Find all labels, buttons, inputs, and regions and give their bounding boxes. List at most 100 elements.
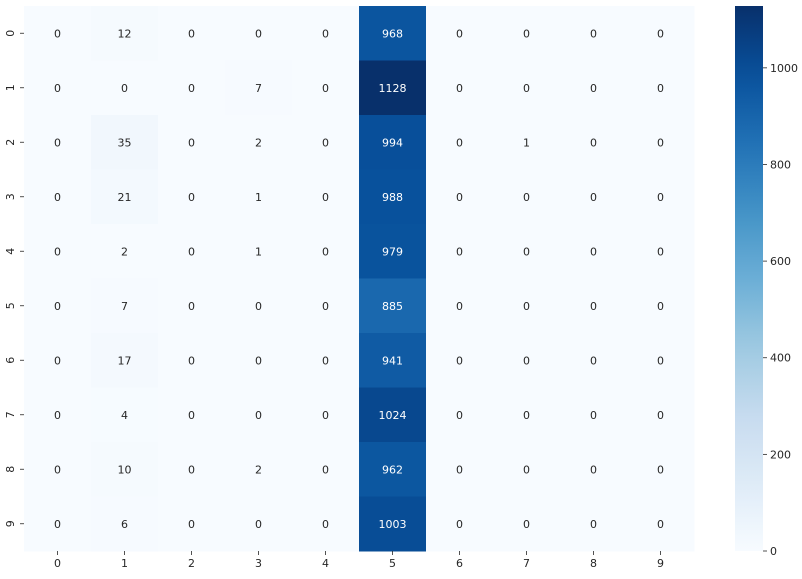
cell-label-r7-c4: 0 xyxy=(322,409,329,422)
colorbar-tick-label-200: 200 xyxy=(770,448,791,461)
cell-label-r6-c1: 17 xyxy=(118,354,132,367)
x-tick-label-2: 2 xyxy=(188,557,195,570)
cell-label-r6-c3: 0 xyxy=(255,354,262,367)
y-tick-label-2: 2 xyxy=(4,139,17,146)
x-tick-label-5: 5 xyxy=(389,557,396,570)
cell-label-r4-c1: 2 xyxy=(121,245,128,258)
cell-label-r2-c0: 0 xyxy=(54,136,61,149)
cell-label-r5-c7: 0 xyxy=(523,300,530,313)
cell-label-r8-c2: 0 xyxy=(188,463,195,476)
cell-label-r4-c5: 979 xyxy=(382,245,403,258)
cell-label-r5-c2: 0 xyxy=(188,300,195,313)
cell-label-r1-c4: 0 xyxy=(322,82,329,95)
cell-label-r0-c4: 0 xyxy=(322,27,329,40)
x-tick-label-0: 0 xyxy=(54,557,61,570)
cell-label-r6-c7: 0 xyxy=(523,354,530,367)
cell-label-r6-c9: 0 xyxy=(657,354,664,367)
cell-label-r2-c4: 0 xyxy=(322,136,329,149)
cell-label-r4-c0: 0 xyxy=(54,245,61,258)
cell-label-r3-c7: 0 xyxy=(523,191,530,204)
cell-label-r7-c3: 0 xyxy=(255,409,262,422)
cell-label-r3-c5: 988 xyxy=(382,191,403,204)
cell-label-r5-c1: 7 xyxy=(121,300,128,313)
cell-label-r6-c6: 0 xyxy=(456,354,463,367)
y-tick-label-8: 8 xyxy=(4,466,17,473)
cell-label-r9-c2: 0 xyxy=(188,518,195,531)
colorbar-tick-label-1000: 1000 xyxy=(770,62,798,75)
cell-label-r3-c2: 0 xyxy=(188,191,195,204)
y-tick-label-7: 7 xyxy=(4,411,17,418)
cell-label-r9-c5: 1003 xyxy=(379,518,407,531)
y-tick-label-3: 3 xyxy=(4,193,17,200)
cell-label-r3-c1: 21 xyxy=(118,191,132,204)
cell-label-r0-c9: 0 xyxy=(657,27,664,40)
y-tick-label-1: 1 xyxy=(4,84,17,91)
colorbar-tick-label-600: 600 xyxy=(770,255,791,268)
cell-label-r4-c3: 1 xyxy=(255,245,262,258)
cell-label-r6-c8: 0 xyxy=(590,354,597,367)
cell-label-r7-c5: 1024 xyxy=(379,409,407,422)
x-tick-label-8: 8 xyxy=(590,557,597,570)
cell-label-r5-c4: 0 xyxy=(322,300,329,313)
cell-label-r3-c4: 0 xyxy=(322,191,329,204)
y-tick-label-9: 9 xyxy=(4,520,17,527)
cell-label-r8-c0: 0 xyxy=(54,463,61,476)
y-tick-label-5: 5 xyxy=(4,302,17,309)
cell-label-r9-c6: 0 xyxy=(456,518,463,531)
y-tick-label-0: 0 xyxy=(4,30,17,37)
cell-label-r7-c2: 0 xyxy=(188,409,195,422)
x-tick-label-1: 1 xyxy=(121,557,128,570)
cell-label-r8-c6: 0 xyxy=(456,463,463,476)
cell-label-r1-c9: 0 xyxy=(657,82,664,95)
cell-label-r7-c7: 0 xyxy=(523,409,530,422)
cell-label-r3-c3: 1 xyxy=(255,191,262,204)
cell-label-r9-c1: 6 xyxy=(121,518,128,531)
cell-label-r2-c5: 994 xyxy=(382,136,403,149)
cell-label-r8-c9: 0 xyxy=(657,463,664,476)
cell-label-r8-c4: 0 xyxy=(322,463,329,476)
cell-label-r4-c8: 0 xyxy=(590,245,597,258)
cell-label-r4-c2: 0 xyxy=(188,245,195,258)
cell-label-r3-c0: 0 xyxy=(54,191,61,204)
cell-label-r0-c2: 0 xyxy=(188,27,195,40)
cell-label-r7-c0: 0 xyxy=(54,409,61,422)
cell-label-r8-c1: 10 xyxy=(118,463,132,476)
y-tick-label-4: 4 xyxy=(4,248,17,255)
cell-label-r8-c5: 962 xyxy=(382,463,403,476)
cell-label-r1-c7: 0 xyxy=(523,82,530,95)
colorbar-tick-label-400: 400 xyxy=(770,352,791,365)
cell-label-r0-c5: 968 xyxy=(382,27,403,40)
x-tick-label-3: 3 xyxy=(255,557,262,570)
cell-label-r4-c4: 0 xyxy=(322,245,329,258)
cell-label-r0-c7: 0 xyxy=(523,27,530,40)
cell-label-r0-c0: 0 xyxy=(54,27,61,40)
colorbar: 0 200 400 600 800 1000 xyxy=(735,6,798,558)
cell-label-r2-c1: 35 xyxy=(118,136,132,149)
cell-label-r5-c3: 0 xyxy=(255,300,262,313)
cell-label-r0-c8: 0 xyxy=(590,27,597,40)
cell-label-r3-c9: 0 xyxy=(657,191,664,204)
cell-label-r0-c3: 0 xyxy=(255,27,262,40)
colorbar-gradient xyxy=(735,6,763,551)
cell-label-r4-c7: 0 xyxy=(523,245,530,258)
cell-label-r8-c3: 2 xyxy=(255,463,262,476)
cell-label-r1-c1: 0 xyxy=(121,82,128,95)
cell-label-r3-c8: 0 xyxy=(590,191,597,204)
cell-label-r6-c2: 0 xyxy=(188,354,195,367)
cell-label-r5-c8: 0 xyxy=(590,300,597,313)
cell-label-r6-c4: 0 xyxy=(322,354,329,367)
cell-label-r1-c6: 0 xyxy=(456,82,463,95)
cell-label-r7-c8: 0 xyxy=(590,409,597,422)
heatmap-chart: 0 12 0 0 0 968 0 0 0 0 0 0 0 7 0 1128 0 0 0 0 0 35 0 2 0 994 0 1 0 0 0… xyxy=(0,0,802,575)
cell-label-r7-c6: 0 xyxy=(456,409,463,422)
cell-label-r0-c6: 0 xyxy=(456,27,463,40)
y-tick-label-6: 6 xyxy=(4,357,17,364)
cell-label-r8-c8: 0 xyxy=(590,463,597,476)
heatmap-svg: 0 12 0 0 0 968 0 0 0 00 0 0 7 0 1128 0 0 0 00 35 0 2 0 994 0 1 0 00… xyxy=(4,6,798,570)
cell-label-r5-c0: 0 xyxy=(54,300,61,313)
cell-label-r1-c0: 0 xyxy=(54,82,61,95)
cell-label-r2-c7: 1 xyxy=(523,136,530,149)
cell-label-r7-c1: 4 xyxy=(121,409,128,422)
cell-label-r9-c0: 0 xyxy=(54,518,61,531)
cell-label-r3-c6: 0 xyxy=(456,191,463,204)
